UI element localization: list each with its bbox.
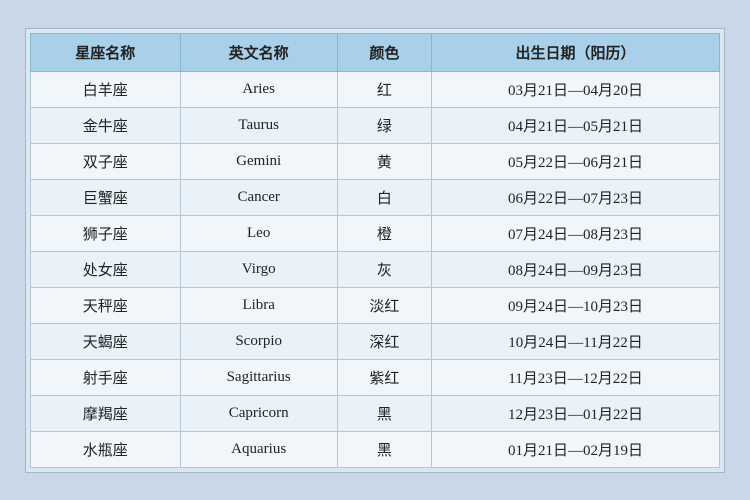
cell-color: 黄 — [337, 143, 431, 179]
cell-chinese-name: 射手座 — [31, 359, 181, 395]
cell-english-name: Capricorn — [180, 395, 337, 431]
cell-english-name: Leo — [180, 215, 337, 251]
cell-dates: 10月24日—11月22日 — [431, 323, 719, 359]
cell-chinese-name: 金牛座 — [31, 107, 181, 143]
cell-chinese-name: 天蝎座 — [31, 323, 181, 359]
cell-color: 黑 — [337, 431, 431, 467]
cell-color: 淡红 — [337, 287, 431, 323]
cell-english-name: Gemini — [180, 143, 337, 179]
table-row: 白羊座Aries红03月21日—04月20日 — [31, 71, 720, 107]
col-header-dates: 出生日期（阳历） — [431, 33, 719, 71]
cell-english-name: Aquarius — [180, 431, 337, 467]
cell-dates: 03月21日—04月20日 — [431, 71, 719, 107]
cell-color: 黑 — [337, 395, 431, 431]
cell-dates: 06月22日—07月23日 — [431, 179, 719, 215]
col-header-chinese: 星座名称 — [31, 33, 181, 71]
cell-dates: 12月23日—01月22日 — [431, 395, 719, 431]
cell-color: 灰 — [337, 251, 431, 287]
table-body: 白羊座Aries红03月21日—04月20日金牛座Taurus绿04月21日—0… — [31, 71, 720, 467]
cell-dates: 07月24日—08月23日 — [431, 215, 719, 251]
table-row: 天秤座Libra淡红09月24日—10月23日 — [31, 287, 720, 323]
cell-english-name: Virgo — [180, 251, 337, 287]
col-header-english: 英文名称 — [180, 33, 337, 71]
cell-chinese-name: 水瓶座 — [31, 431, 181, 467]
cell-chinese-name: 天秤座 — [31, 287, 181, 323]
cell-english-name: Cancer — [180, 179, 337, 215]
zodiac-table-container: 星座名称 英文名称 颜色 出生日期（阳历） 白羊座Aries红03月21日—04… — [25, 28, 725, 473]
cell-english-name: Aries — [180, 71, 337, 107]
table-row: 狮子座Leo橙07月24日—08月23日 — [31, 215, 720, 251]
col-header-color: 颜色 — [337, 33, 431, 71]
table-row: 处女座Virgo灰08月24日—09月23日 — [31, 251, 720, 287]
cell-chinese-name: 双子座 — [31, 143, 181, 179]
cell-english-name: Scorpio — [180, 323, 337, 359]
table-row: 射手座Sagittarius紫红11月23日—12月22日 — [31, 359, 720, 395]
cell-color: 深红 — [337, 323, 431, 359]
cell-color: 绿 — [337, 107, 431, 143]
table-row: 天蝎座Scorpio深红10月24日—11月22日 — [31, 323, 720, 359]
cell-color: 橙 — [337, 215, 431, 251]
cell-chinese-name: 狮子座 — [31, 215, 181, 251]
cell-dates: 09月24日—10月23日 — [431, 287, 719, 323]
table-row: 金牛座Taurus绿04月21日—05月21日 — [31, 107, 720, 143]
cell-english-name: Taurus — [180, 107, 337, 143]
cell-dates: 11月23日—12月22日 — [431, 359, 719, 395]
cell-chinese-name: 巨蟹座 — [31, 179, 181, 215]
table-row: 水瓶座Aquarius黑01月21日—02月19日 — [31, 431, 720, 467]
cell-english-name: Sagittarius — [180, 359, 337, 395]
table-header-row: 星座名称 英文名称 颜色 出生日期（阳历） — [31, 33, 720, 71]
cell-dates: 05月22日—06月21日 — [431, 143, 719, 179]
cell-color: 红 — [337, 71, 431, 107]
cell-chinese-name: 处女座 — [31, 251, 181, 287]
cell-dates: 08月24日—09月23日 — [431, 251, 719, 287]
cell-chinese-name: 摩羯座 — [31, 395, 181, 431]
table-row: 摩羯座Capricorn黑12月23日—01月22日 — [31, 395, 720, 431]
table-row: 巨蟹座Cancer白06月22日—07月23日 — [31, 179, 720, 215]
cell-chinese-name: 白羊座 — [31, 71, 181, 107]
cell-dates: 01月21日—02月19日 — [431, 431, 719, 467]
cell-color: 紫红 — [337, 359, 431, 395]
table-row: 双子座Gemini黄05月22日—06月21日 — [31, 143, 720, 179]
cell-english-name: Libra — [180, 287, 337, 323]
cell-color: 白 — [337, 179, 431, 215]
zodiac-table: 星座名称 英文名称 颜色 出生日期（阳历） 白羊座Aries红03月21日—04… — [30, 33, 720, 468]
cell-dates: 04月21日—05月21日 — [431, 107, 719, 143]
